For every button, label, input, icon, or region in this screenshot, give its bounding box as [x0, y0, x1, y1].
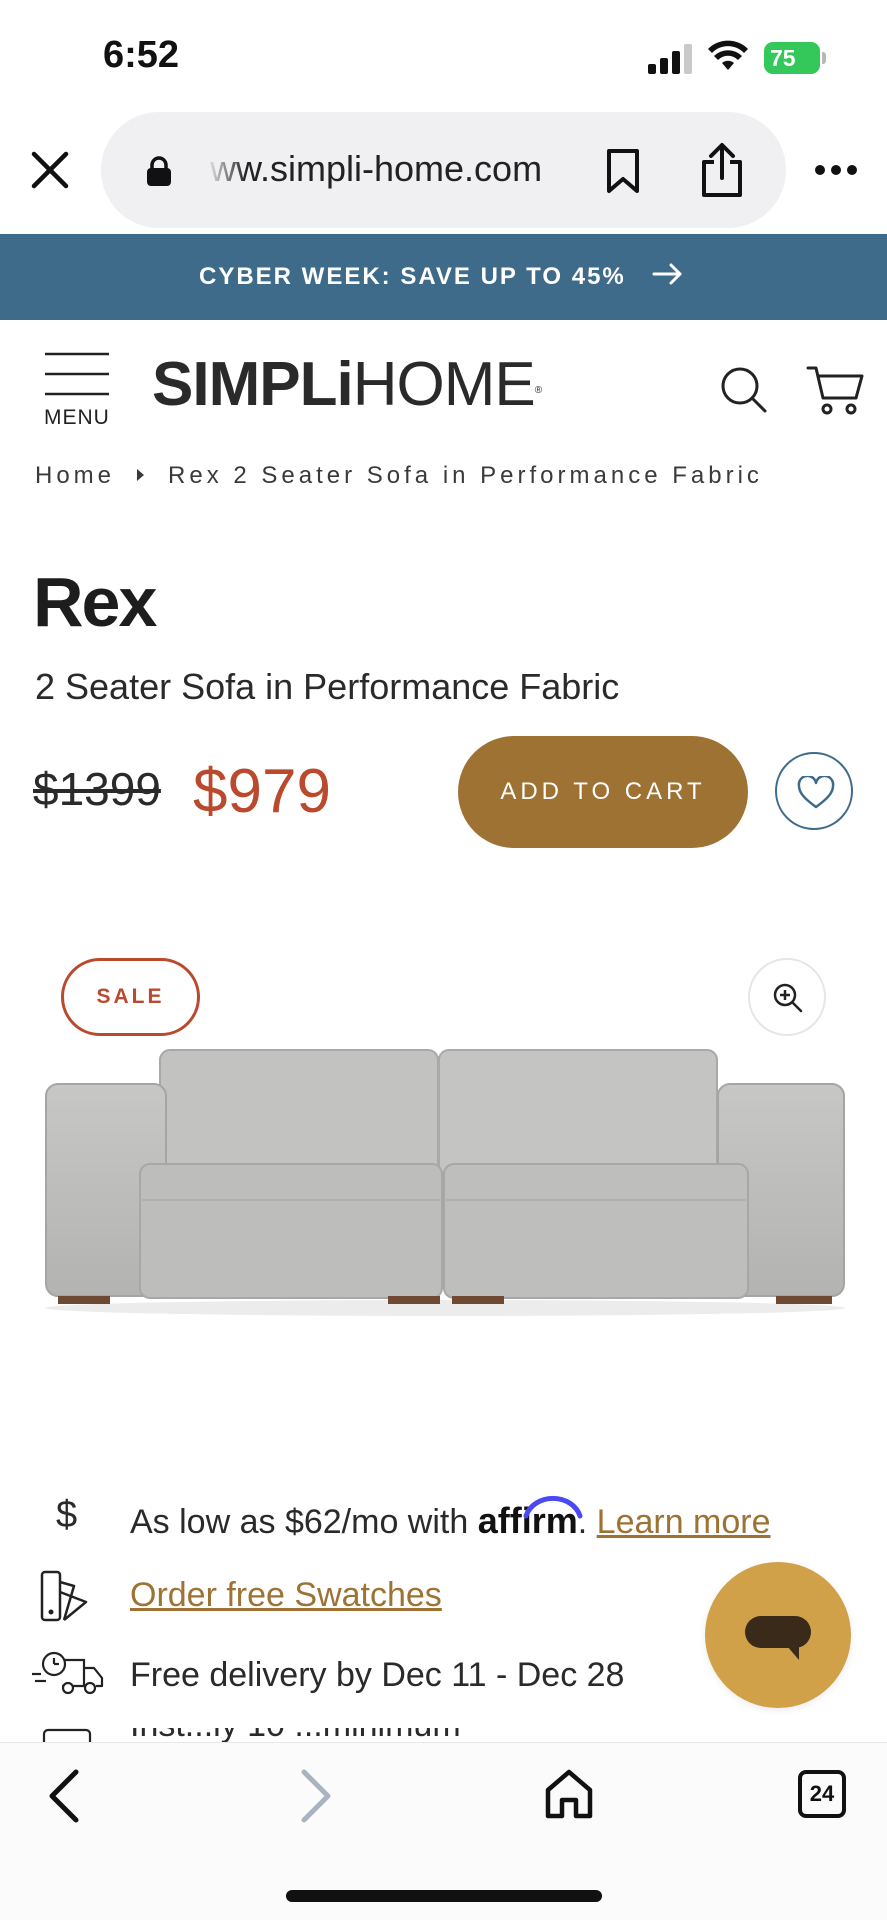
- bookmark-icon[interactable]: [606, 148, 640, 194]
- chat-button[interactable]: [705, 1562, 851, 1708]
- wifi-icon: [708, 40, 748, 70]
- affirm-arc-icon: [523, 1495, 583, 1519]
- more-options-icon[interactable]: [814, 162, 858, 178]
- affirm-logo: affirm: [478, 1495, 583, 1541]
- arrow-right-icon: [652, 263, 682, 285]
- cellular-signal-icon: [648, 44, 692, 74]
- status-bar: 6:52 75: [0, 0, 887, 110]
- breadcrumb-current: Rex 2 Seater Sofa in Performance Fabric: [168, 462, 763, 489]
- close-tab-button[interactable]: [28, 148, 72, 192]
- status-time: 6:52: [103, 34, 180, 76]
- breadcrumb-separator-icon: [137, 469, 145, 481]
- product-subtitle: 2 Seater Sofa in Performance Fabric: [35, 666, 620, 707]
- partial-info-text: Inst...ly 10 ...minimum: [130, 1728, 461, 1742]
- heart-icon: [797, 776, 835, 809]
- delivery-truck-icon: [32, 1651, 104, 1695]
- back-icon[interactable]: [44, 1768, 84, 1824]
- partial-row-icon: [42, 1728, 92, 1742]
- chat-bubble-icon: [745, 1616, 811, 1660]
- promo-text: CYBER WEEK: SAVE UP TO 45%: [199, 263, 626, 290]
- add-to-cart-button[interactable]: ADD TO CART: [458, 736, 748, 848]
- hamburger-menu-icon[interactable]: [45, 352, 109, 396]
- search-icon[interactable]: [720, 366, 768, 414]
- logo-bold-text: SIMPLi: [152, 350, 354, 419]
- tabs-button[interactable]: 24: [798, 1770, 846, 1818]
- battery-icon: 75: [764, 42, 826, 74]
- learn-more-link[interactable]: Learn more: [597, 1503, 771, 1541]
- financing-row: $ As low as $62/mo with affirm. Learn mo…: [0, 1490, 887, 1550]
- partial-info-row: Inst...ly 10 ...minimum: [0, 1728, 887, 1742]
- product-title: Rex: [33, 563, 157, 641]
- logo-light-text: HOME: [352, 350, 536, 419]
- financing-prefix: As low as $62/mo with: [130, 1503, 469, 1541]
- lock-icon: [147, 156, 171, 186]
- dollar-icon: $: [56, 1494, 78, 1536]
- sale-price: $979: [193, 757, 331, 826]
- forward-icon[interactable]: [296, 1768, 336, 1824]
- wishlist-button[interactable]: [775, 752, 853, 830]
- battery-cap: [822, 52, 826, 64]
- menu-label[interactable]: MENU: [44, 406, 110, 430]
- cart-icon[interactable]: [806, 364, 864, 416]
- url-fade: [206, 146, 246, 192]
- sale-badge: SALE: [61, 958, 200, 1036]
- zoom-in-icon: [773, 983, 803, 1013]
- site-logo[interactable]: SIMPLiHOME®: [152, 350, 542, 420]
- zoom-button[interactable]: [748, 958, 826, 1036]
- breadcrumb-home[interactable]: Home: [35, 462, 115, 489]
- breadcrumb: Home Rex 2 Seater Sofa in Performance Fab…: [35, 462, 763, 490]
- original-price: $1399: [33, 763, 161, 815]
- promo-banner[interactable]: CYBER WEEK: SAVE UP TO 45%: [0, 234, 887, 320]
- financing-text: As low as $62/mo with affirm. Learn more: [130, 1495, 771, 1542]
- swatches-icon: [40, 1570, 88, 1622]
- battery-level: 75: [764, 42, 820, 74]
- home-indicator: [286, 1890, 602, 1902]
- share-icon[interactable]: [698, 142, 746, 198]
- delivery-text: Free delivery by Dec 11 - Dec 28: [130, 1656, 625, 1694]
- home-icon[interactable]: [544, 1768, 594, 1820]
- product-image-sofa[interactable]: [40, 1040, 850, 1320]
- logo-registered-mark: ®: [534, 385, 543, 396]
- order-swatches-link[interactable]: Order free Swatches: [130, 1576, 442, 1615]
- url-text[interactable]: ww.simpli-home.com: [210, 148, 566, 190]
